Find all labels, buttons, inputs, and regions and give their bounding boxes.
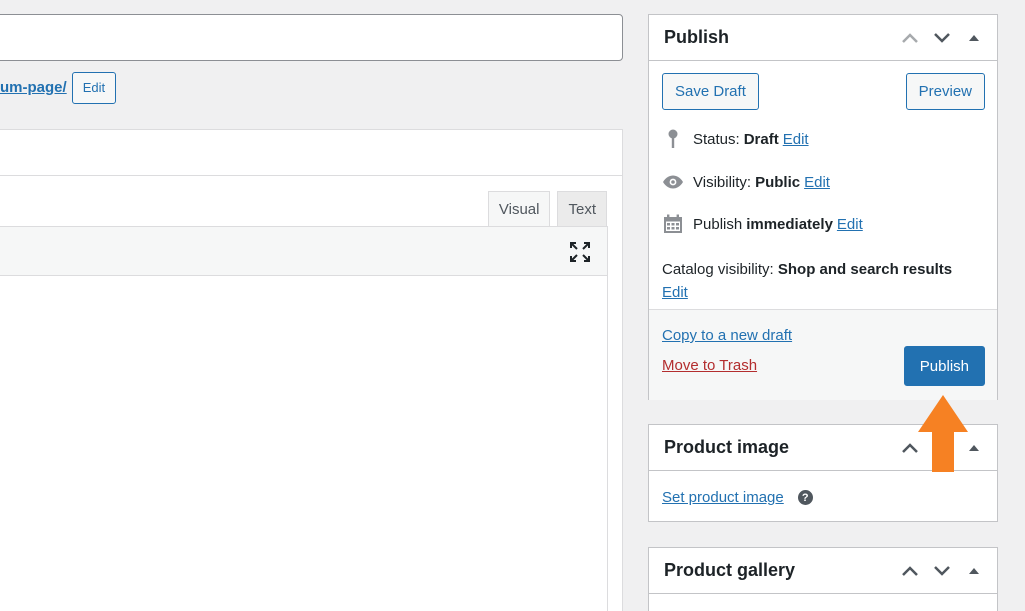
status-value: Draft [743, 130, 779, 148]
caret-up-icon[interactable] [963, 27, 985, 49]
catalog-visibility-edit-link[interactable]: Edit [662, 284, 688, 301]
tab-text[interactable]: Text [557, 191, 607, 226]
permalink-row: um-page/ Edit [0, 71, 117, 104]
visibility-value: Public [755, 173, 801, 191]
publish-panel-header: Publish [649, 15, 997, 61]
publish-date-row: Publish immediately Edit [662, 213, 863, 235]
permalink-link[interactable]: um-page/ [0, 79, 67, 96]
permalink-edit-button[interactable]: Edit [71, 71, 117, 104]
chevron-up-icon[interactable] [899, 27, 921, 49]
product-gallery-header: Product gallery [649, 548, 997, 594]
editor-container: Visual Text [0, 129, 623, 611]
product-image-title: Product image [664, 437, 790, 457]
product-gallery-panel: Product gallery [648, 547, 998, 611]
publish-button[interactable]: Publish [903, 346, 985, 386]
caret-up-icon[interactable] [963, 560, 985, 582]
divider [0, 175, 622, 176]
editor-toolbar [0, 226, 607, 276]
publish-panel: Publish Save Draft Preview Status: Draft… [648, 14, 998, 400]
preview-button[interactable]: Preview [905, 73, 985, 110]
catalog-visibility-row: Catalog visibility: Shop and search resu… [662, 258, 982, 304]
product-gallery-title: Product gallery [664, 560, 796, 580]
editor-tabs: Visual Text [487, 191, 607, 226]
publish-footer: Copy to a new draft Move to Trash Publis… [649, 309, 997, 400]
catalog-visibility-value: Shop and search results [777, 261, 953, 278]
eye-icon [662, 171, 684, 193]
publish-date-value: immediately [746, 215, 833, 233]
chevron-down-icon[interactable] [931, 27, 953, 49]
copy-to-draft-link[interactable]: Copy to a new draft [662, 327, 792, 344]
publish-panel-title: Publish [664, 27, 730, 47]
status-row: Status: Draft Edit [662, 128, 809, 150]
publish-date-edit-link[interactable]: Edit [837, 216, 863, 233]
calendar-icon [662, 213, 684, 235]
chevron-down-icon[interactable] [931, 560, 953, 582]
save-draft-button[interactable]: Save Draft [662, 73, 759, 110]
editor-content-area[interactable] [0, 276, 607, 611]
status-edit-link[interactable]: Edit [783, 131, 809, 148]
editor-box [0, 226, 608, 611]
status-label: Status: [693, 130, 740, 148]
post-title-input[interactable] [0, 14, 623, 61]
set-image-row: Set product image ? [662, 489, 813, 506]
help-icon[interactable]: ? [797, 490, 813, 505]
visibility-label: Visibility: [693, 173, 752, 191]
publish-date-label: Publish [693, 215, 743, 233]
catalog-visibility-label: Catalog visibility: [662, 261, 774, 278]
pin-icon [662, 128, 684, 150]
chevron-up-icon[interactable] [899, 560, 921, 582]
tab-visual[interactable]: Visual [487, 191, 551, 226]
fullscreen-icon[interactable] [569, 241, 591, 263]
set-product-image-link[interactable]: Set product image [662, 489, 784, 506]
arrow-up-icon [918, 395, 968, 472]
move-to-trash-link[interactable]: Move to Trash [662, 357, 757, 374]
visibility-row: Visibility: Public Edit [662, 171, 830, 193]
visibility-edit-link[interactable]: Edit [804, 174, 830, 191]
